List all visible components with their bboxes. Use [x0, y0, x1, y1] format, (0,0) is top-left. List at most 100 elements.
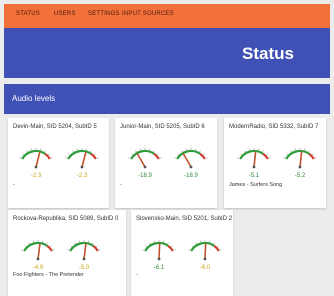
meter-hub	[36, 257, 40, 261]
meter-arc-safe	[69, 241, 94, 252]
audio-card: Junior-Main, SID 5205, SubID 6 -18.9 -18…	[115, 118, 217, 208]
meter-tick	[70, 245, 73, 248]
meter-tick	[237, 157, 240, 159]
nav-item-input-sources[interactable]: INPUT SOURCES	[122, 11, 174, 17]
meter-tick	[199, 150, 201, 153]
card-title: Slovensko-Main, SID 5201, SubID 2	[136, 216, 233, 222]
nav-item-users[interactable]: USERS	[54, 11, 76, 17]
meter-tick	[47, 153, 50, 156]
level-value: -5.0	[78, 265, 90, 271]
meter-tick	[195, 242, 197, 245]
audio-card: Devin-Main, SID 5204, SubID 5 -2.3 -2.3 …	[8, 118, 109, 208]
meter-tick	[74, 242, 76, 245]
meter-tick	[174, 157, 177, 159]
level-meter-right: -5.2	[280, 140, 320, 188]
page-header: Status	[4, 28, 330, 78]
nav-item-status[interactable]: STATUS	[16, 11, 40, 17]
meter-arc-safe	[190, 241, 215, 252]
meter-tick	[244, 150, 246, 153]
audio-card: ModernRadio, SID 5332, SubID 7 -5.1 -5.2…	[224, 118, 326, 208]
level-value: -6.1	[153, 265, 165, 271]
level-value: -4.9	[32, 265, 44, 271]
meter-needle	[158, 243, 161, 260]
meter-tick	[46, 242, 48, 245]
meter-tick	[21, 249, 24, 251]
meter-arc-peak	[90, 152, 97, 160]
meter-dial	[174, 148, 208, 169]
card-title: Junior-Main, SID 5205, SubID 6	[120, 124, 205, 130]
nav-item-settings[interactable]: SETTINGS	[88, 11, 120, 17]
meter-needle	[136, 153, 146, 168]
meter-tick	[188, 249, 191, 251]
meter-tick	[128, 157, 131, 159]
meter-tick	[98, 249, 101, 251]
level-value: -5.2	[294, 173, 306, 179]
meter-tick	[156, 153, 159, 156]
now-playing: -	[13, 182, 15, 188]
meter-arc-peak	[167, 244, 174, 252]
level-meter-left: -6.1	[139, 232, 179, 280]
meter-tick	[149, 242, 151, 245]
meter-tick	[50, 157, 53, 159]
meter-tick	[240, 153, 243, 156]
meter-dial	[142, 240, 176, 261]
meter-hub	[252, 165, 256, 169]
meter-tick	[286, 153, 289, 156]
now-playing: -	[120, 182, 122, 188]
meter-tick	[216, 245, 219, 248]
meter-tick	[191, 245, 194, 248]
meter-tick	[95, 245, 98, 248]
meter-tick	[181, 150, 183, 153]
meter-tick	[308, 150, 310, 153]
meter-tick	[96, 157, 99, 159]
card-title: Devin-Main, SID 5204, SubID 5	[13, 124, 97, 130]
meter-arc-peak	[199, 152, 206, 160]
app-frame: STATUS USERS SETTINGS INPUT SOURCES Stat…	[4, 4, 330, 296]
meter-tick	[167, 242, 169, 245]
meter-dial	[283, 148, 317, 169]
meter-hub	[189, 165, 193, 169]
meter-tick	[268, 157, 271, 159]
meter-tick	[135, 150, 137, 153]
now-playing: -	[136, 272, 138, 278]
meter-tick	[67, 249, 70, 251]
meter-arc-safe	[67, 149, 92, 160]
audio-card: Rockova-Republika, SID 5089, SubID 0 -4.…	[8, 210, 126, 296]
meter-tick	[142, 249, 145, 251]
level-meter-right: -18.9	[171, 140, 211, 188]
meter-tick	[311, 153, 314, 156]
meter-tick	[153, 150, 155, 153]
meter-hub	[82, 257, 86, 261]
level-meter-right: -6.0	[185, 232, 225, 280]
meter-tick	[52, 249, 55, 251]
meter-arc-peak	[153, 152, 160, 160]
meter-tick	[72, 150, 74, 153]
meter-hub	[157, 257, 161, 261]
card-title: ModernRadio, SID 5332, SubID 7	[229, 124, 319, 130]
level-value: -18.9	[138, 173, 152, 179]
meter-tick	[145, 245, 148, 248]
meter-dial	[128, 148, 162, 169]
meter-arc-peak	[308, 152, 315, 160]
now-playing: Foo Fighters - The Pretender	[13, 272, 84, 278]
meter-needle	[83, 243, 87, 260]
level-value: -5.1	[248, 173, 260, 179]
meter-tick	[19, 157, 22, 159]
meter-hub	[80, 165, 84, 169]
page-title: Status	[242, 44, 294, 63]
meter-tick	[265, 153, 268, 156]
meter-arc-peak	[44, 152, 51, 160]
meter-hub	[143, 165, 147, 169]
meter-tick	[202, 153, 205, 156]
meter-tick	[68, 153, 71, 156]
meter-arc-safe	[285, 149, 310, 160]
meter-arc-safe	[23, 241, 48, 252]
meter-arc-safe	[239, 149, 264, 160]
meter-arc-safe	[176, 149, 201, 160]
meter-arc-peak	[46, 244, 53, 252]
meter-hub	[203, 257, 207, 261]
meter-arc-peak	[92, 244, 99, 252]
audio-card: Slovensko-Main, SID 5201, SubID 2 -6.1 -…	[131, 210, 233, 296]
meter-tick	[26, 150, 28, 153]
meter-arc-safe	[144, 241, 169, 252]
